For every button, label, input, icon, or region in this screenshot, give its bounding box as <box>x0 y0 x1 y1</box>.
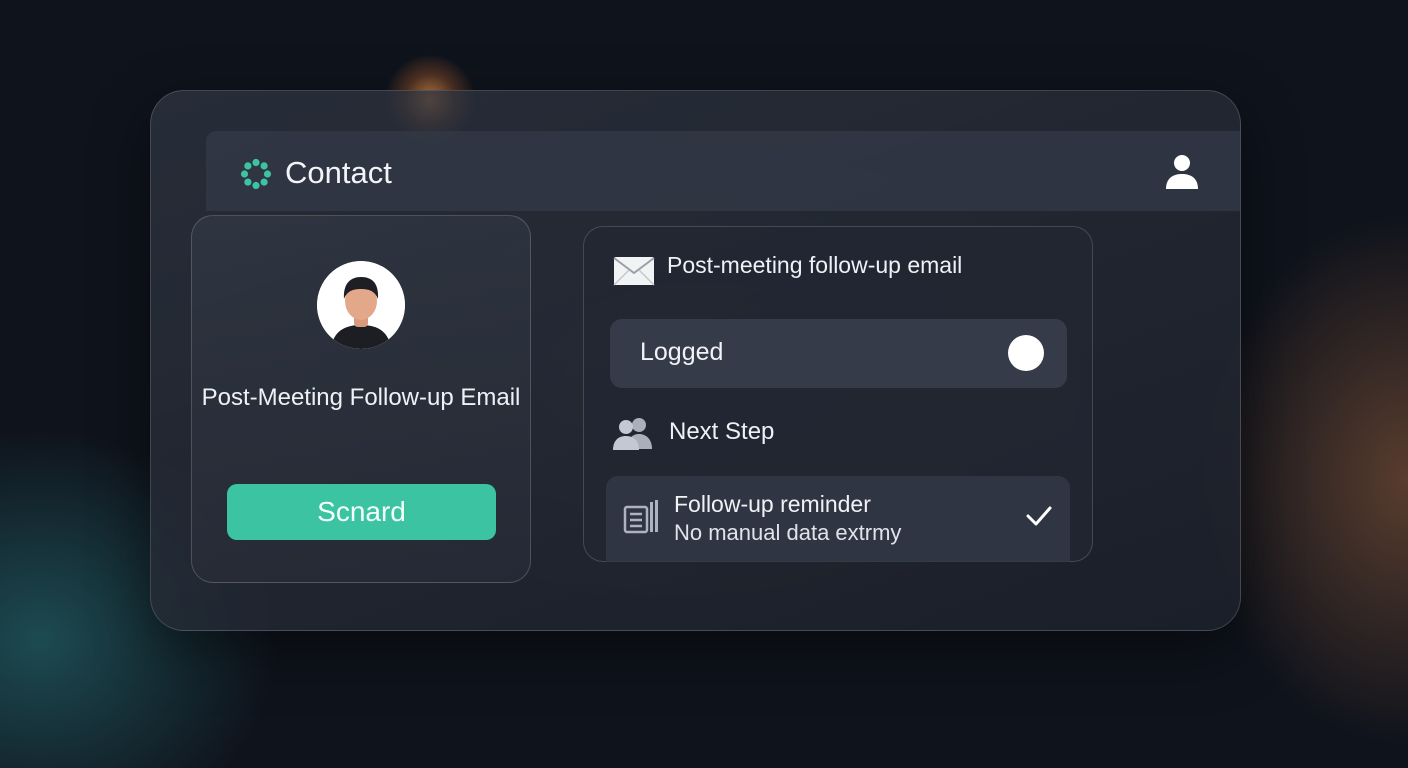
logged-toggle[interactable] <box>1008 335 1044 371</box>
user-icon[interactable] <box>1162 152 1202 192</box>
reminder-title: Follow-up reminder <box>674 491 871 517</box>
reminder-item[interactable] <box>606 476 1070 562</box>
background: Contact Post-Meeting Follow-up Email Scn… <box>0 0 1408 768</box>
email-activity-label: Post-meeting follow-up email <box>667 252 963 278</box>
loading-dots-icon <box>240 158 272 190</box>
avatar <box>317 261 405 349</box>
card-title: Post-Meeting Follow-up Email <box>201 384 521 411</box>
next-step-label: Next Step <box>669 418 775 445</box>
page-title: Contact <box>285 155 392 190</box>
person-avatar-icon <box>317 261 405 349</box>
reminder-subtitle: No manual data extrmy <box>674 520 902 545</box>
envelope-icon <box>613 257 655 286</box>
document-icon <box>623 500 658 534</box>
logged-label: Logged <box>640 338 724 366</box>
people-icon <box>613 418 652 450</box>
primary-action-button[interactable]: Scnard <box>227 484 496 540</box>
checkmark-icon[interactable] <box>1025 503 1053 529</box>
